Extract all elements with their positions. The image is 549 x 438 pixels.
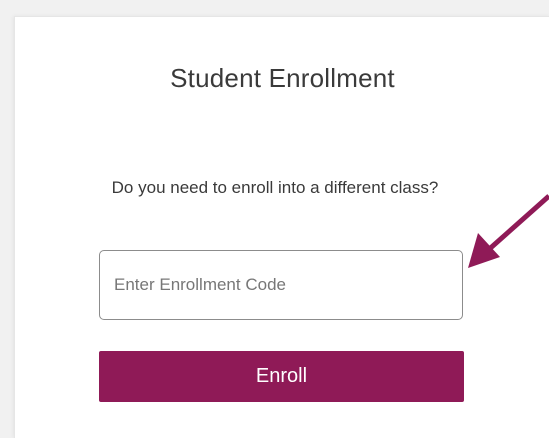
page-title: Student Enrollment <box>170 63 395 93</box>
arrow-icon <box>468 194 549 268</box>
enroll-prompt: Do you need to enroll into a different c… <box>111 178 439 197</box>
enroll-button[interactable]: Enroll <box>99 351 464 402</box>
enrollment-code-input[interactable] <box>99 250 463 320</box>
